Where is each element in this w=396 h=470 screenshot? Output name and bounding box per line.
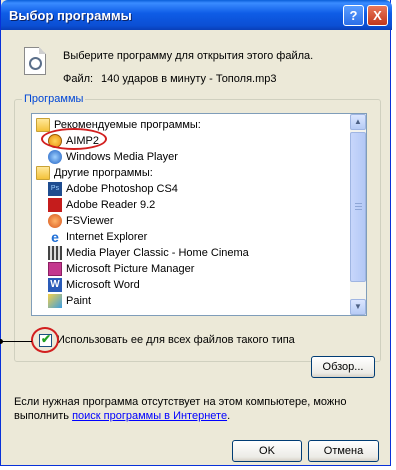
list-item[interactable]: Рекомендуемые программы: xyxy=(36,117,356,133)
list-item[interactable]: Windows Media Player xyxy=(48,149,348,165)
aimp-icon xyxy=(48,134,62,148)
footer-text-line2: выполнить поиск программы в Интернете. xyxy=(14,410,230,422)
scroll-up-button[interactable]: ▲ xyxy=(350,114,366,130)
annotation-pointer-line xyxy=(0,341,32,342)
adobe-reader-icon xyxy=(48,198,62,212)
file-label: Файл: xyxy=(63,73,94,85)
windows-media-player-icon xyxy=(48,150,62,164)
list-item[interactable]: W Microsoft Word xyxy=(48,277,348,293)
internet-explorer-icon: e xyxy=(51,229,59,245)
programs-list-scrollbar[interactable]: ▲ ▼ xyxy=(350,114,366,315)
scroll-thumb[interactable] xyxy=(350,132,366,282)
file-search-icon xyxy=(24,47,46,75)
folder-icon xyxy=(36,118,50,132)
programs-list[interactable]: Рекомендуемые программы: AIMP2 Windows M… xyxy=(31,113,367,316)
open-with-dialog: Выбор программы ? X Выберите программу д… xyxy=(0,0,392,466)
footer-prefix: выполнить xyxy=(14,410,69,422)
prompt-text: Выберите программу для открытия этого фа… xyxy=(63,50,314,62)
fsviewer-icon xyxy=(48,214,62,228)
scroll-down-button[interactable]: ▼ xyxy=(350,299,366,315)
window-title: Выбор программы xyxy=(9,8,132,23)
word-icon: W xyxy=(48,278,62,292)
list-item[interactable]: Ps Adobe Photoshop CS4 xyxy=(48,181,348,197)
list-item[interactable]: Adobe Reader 9.2 xyxy=(48,197,348,213)
cancel-button[interactable]: Отмена xyxy=(308,440,379,462)
programs-group-title: Программы xyxy=(22,93,86,105)
list-item[interactable]: Microsoft Picture Manager xyxy=(48,261,348,277)
photoshop-icon: Ps xyxy=(48,182,62,196)
picture-manager-icon xyxy=(48,262,62,276)
file-name: 140 ударов в минуту - Тополя.mp3 xyxy=(101,73,277,85)
list-item-aimp2[interactable]: AIMP2 xyxy=(48,133,348,149)
paint-icon xyxy=(48,294,62,308)
list-item[interactable]: FSViewer xyxy=(48,213,348,229)
folder-icon xyxy=(36,166,50,180)
media-player-classic-icon xyxy=(48,246,62,260)
close-button[interactable]: X xyxy=(367,5,388,26)
list-item[interactable]: e Internet Explorer xyxy=(48,229,348,245)
list-item[interactable]: Media Player Classic - Home Cinema xyxy=(48,245,348,261)
list-item[interactable]: Paint xyxy=(48,293,348,309)
checkmark-icon: ✔ xyxy=(41,332,52,346)
browse-button[interactable]: Обзор... xyxy=(311,356,375,378)
footer-text: Если нужная программа отсутствует на это… xyxy=(14,396,347,408)
help-button[interactable]: ? xyxy=(343,5,364,26)
always-use-label[interactable]: Использовать ее для всех файлов такого т… xyxy=(57,334,295,346)
ok-button[interactable]: OK xyxy=(232,440,302,462)
list-item[interactable]: Другие программы: xyxy=(36,165,356,181)
title-bar[interactable]: Выбор программы ? X xyxy=(1,0,392,30)
footer-suffix: . xyxy=(227,410,231,422)
web-search-link[interactable]: поиск программы в Интернете xyxy=(72,410,227,422)
always-use-checkbox[interactable]: ✔ xyxy=(39,332,52,347)
